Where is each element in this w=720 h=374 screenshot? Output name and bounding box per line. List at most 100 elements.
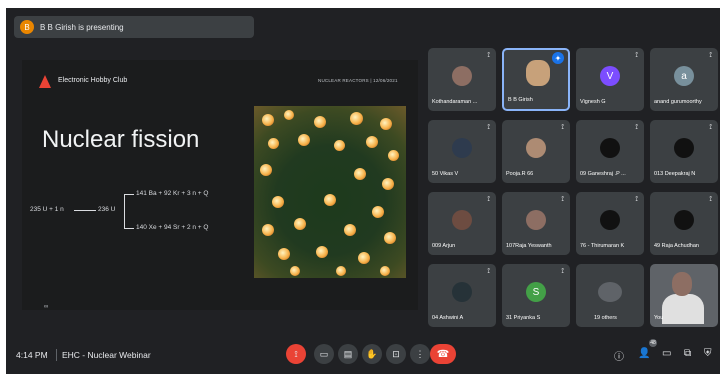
present-icon[interactable]: ⊡ bbox=[386, 344, 406, 364]
particle bbox=[380, 118, 392, 130]
participant-name: 49 Raja Achudhan bbox=[654, 243, 699, 249]
self-name: You bbox=[654, 315, 664, 321]
particle bbox=[384, 232, 396, 244]
particle bbox=[290, 266, 300, 276]
mic-off-icon: ⟟ bbox=[709, 196, 712, 203]
self-video-body bbox=[662, 294, 704, 324]
captions-icon[interactable]: ▤ bbox=[338, 344, 358, 364]
mic-off-icon: ⟟ bbox=[709, 52, 712, 59]
participant-tile[interactable]: S ⟟ 31 Priyanka S bbox=[502, 264, 570, 327]
equation-intermediate: 236 U bbox=[98, 206, 116, 213]
participant-avatar bbox=[674, 210, 694, 230]
mic-off-icon: ⟟ bbox=[487, 196, 490, 203]
particle bbox=[298, 134, 310, 146]
presentation-stage: Electronic Hobby Club NUCLEAR REACTORS |… bbox=[22, 50, 418, 320]
particle bbox=[388, 150, 399, 161]
raise-hand-icon[interactable]: ✋ bbox=[362, 344, 382, 364]
participant-name: Pooja.R 66 bbox=[506, 171, 534, 177]
equation-product-1: 141 Ba + 92 Kr + 3 n + Q bbox=[136, 190, 209, 197]
participant-tile[interactable]: ⟟ 09 Ganeshraj .P ... bbox=[576, 120, 644, 183]
people-icon[interactable]: 👤 bbox=[638, 348, 650, 359]
particle bbox=[294, 218, 306, 230]
participant-avatar bbox=[674, 138, 694, 158]
clock: 4:14 PM bbox=[16, 350, 48, 360]
participant-name: 04 Ashwini A bbox=[432, 315, 464, 321]
activities-icon[interactable]: ⧉ bbox=[684, 348, 691, 359]
particle bbox=[350, 112, 363, 125]
particle bbox=[382, 178, 394, 190]
equation-reactant: 235 U + 1 n bbox=[30, 206, 64, 213]
others-count: 19 others bbox=[594, 315, 617, 321]
mic-off-icon: ⟟ bbox=[561, 196, 564, 203]
participant-tile[interactable]: ⟟ 009 Arjun bbox=[428, 192, 496, 255]
participant-name: anand gurumoorthy bbox=[654, 99, 702, 105]
presenting-text: B B Girish is presenting bbox=[40, 22, 124, 32]
mic-off-icon: ⟟ bbox=[709, 124, 712, 131]
slide-page-indicator: ∞ bbox=[44, 304, 49, 310]
meeting-title: EHC - Nuclear Webinar bbox=[62, 350, 151, 360]
particle bbox=[354, 168, 366, 180]
participant-avatar bbox=[452, 138, 472, 158]
participant-avatar bbox=[452, 210, 472, 230]
participant-tile[interactable]: ⟟ 107Raja Yeswanth bbox=[502, 192, 570, 255]
participant-avatar bbox=[526, 138, 546, 158]
mic-off-icon[interactable]: ⟟ bbox=[286, 344, 306, 364]
self-view-tile[interactable]: You bbox=[650, 264, 718, 327]
pin-icon[interactable]: ✦ bbox=[552, 52, 564, 64]
mic-off-icon: ⟟ bbox=[487, 268, 490, 275]
mic-off-icon: ⟟ bbox=[635, 52, 638, 59]
mic-off-icon: ⟟ bbox=[487, 52, 490, 59]
particle bbox=[284, 110, 294, 120]
particle bbox=[344, 224, 356, 236]
arrow-top bbox=[124, 194, 134, 195]
arrow-bottom bbox=[124, 228, 134, 229]
particle bbox=[372, 206, 384, 218]
participant-name: 76 - Thirumaran K bbox=[580, 243, 625, 249]
participant-avatar: V bbox=[600, 66, 620, 86]
more-icon[interactable]: ⋮ bbox=[410, 344, 430, 364]
participant-name: Kothandaraman ... bbox=[432, 99, 478, 105]
mic-off-icon: ⟟ bbox=[635, 124, 638, 131]
chat-icon[interactable]: ▭ bbox=[662, 348, 671, 359]
participant-tile-active[interactable]: ✦ B B Girish bbox=[502, 48, 570, 111]
others-avatars bbox=[598, 282, 622, 302]
participant-tile[interactable]: ⟟ 50 Vikas V bbox=[428, 120, 496, 183]
bottom-controls-bar: 4:14 PM EHC - Nuclear Webinar ⟟ ▭ ▤ ✋ ⊡ … bbox=[6, 338, 720, 374]
participant-tile[interactable]: ⟟ Kothandaraman ... bbox=[428, 48, 496, 111]
camera-icon[interactable]: ▭ bbox=[314, 344, 334, 364]
club-logo-icon bbox=[39, 75, 51, 88]
participant-tile[interactable]: V ⟟ Vignesh G bbox=[576, 48, 644, 111]
participant-name: 50 Vikas V bbox=[432, 171, 459, 177]
mic-off-icon: ⟟ bbox=[561, 124, 564, 131]
others-tile[interactable]: 19 others bbox=[576, 264, 644, 327]
particle bbox=[268, 138, 279, 149]
participant-avatar: S bbox=[526, 282, 546, 302]
divider bbox=[56, 349, 57, 361]
security-icon[interactable]: ⛨ bbox=[704, 348, 712, 359]
participant-avatar bbox=[526, 210, 546, 230]
particle bbox=[336, 266, 346, 276]
mic-off-icon: ⟟ bbox=[635, 196, 638, 203]
participant-avatar: a bbox=[674, 66, 694, 86]
particle bbox=[316, 246, 328, 258]
info-icon[interactable]: ⓘ bbox=[614, 348, 624, 363]
presentation-slide: Electronic Hobby Club NUCLEAR REACTORS |… bbox=[22, 60, 418, 310]
participant-name: 31 Priyanka S bbox=[506, 315, 541, 321]
participant-name: 09 Ganeshraj .P ... bbox=[580, 171, 626, 177]
meet-window: B B B Girish is presenting Electronic Ho… bbox=[6, 8, 720, 374]
participant-tile[interactable]: ⟟ 49 Raja Achudhan bbox=[650, 192, 718, 255]
participant-tile[interactable]: ⟟ 76 - Thirumaran K bbox=[576, 192, 644, 255]
presenting-banner: B B B Girish is presenting bbox=[14, 16, 254, 38]
participant-tile[interactable]: ⟟ Pooja.R 66 bbox=[502, 120, 570, 183]
leave-call-button[interactable]: ☎ bbox=[430, 344, 456, 364]
participant-tile[interactable]: a ⟟ anand gurumoorthy bbox=[650, 48, 718, 111]
fission-illustration bbox=[254, 106, 406, 278]
participant-count-badge: 48 bbox=[649, 339, 657, 347]
particle bbox=[272, 196, 284, 208]
participant-avatar bbox=[452, 66, 472, 86]
participant-name: 009 Arjun bbox=[432, 243, 456, 249]
participant-tile[interactable]: ⟟ 013 Deepakraj N bbox=[650, 120, 718, 183]
participant-tile[interactable]: ⟟ 04 Ashwini A bbox=[428, 264, 496, 327]
participant-name: 107Raja Yeswanth bbox=[506, 243, 552, 249]
participant-name: Vignesh G bbox=[580, 99, 606, 105]
